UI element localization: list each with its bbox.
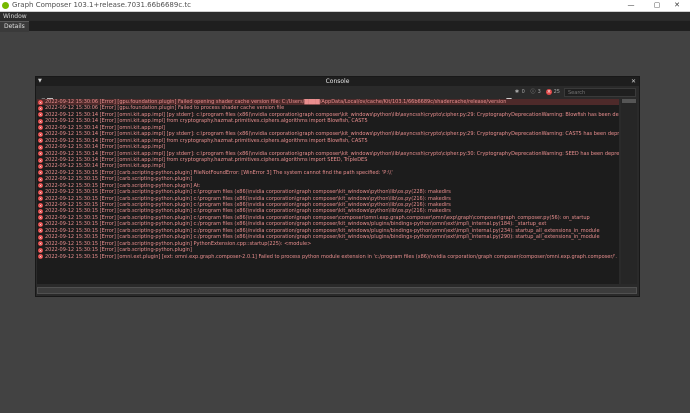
error-icon: × <box>38 183 43 189</box>
filter-icon[interactable] <box>506 89 512 104</box>
console-header: Console ▼ ✕ <box>36 77 639 86</box>
log-entry-text: 2022-09-12 15:30:15 [Error] [omni.ext.pl… <box>45 253 618 260</box>
console-log: × 2022-09-12 15:30:06 [Error] [gpu.founda… <box>37 99 619 284</box>
show-all-icon[interactable] <box>47 89 53 104</box>
window-title: Graph Composer 103.1+release.7031.66b668… <box>12 1 191 9</box>
console-toolbar: ✱ 0 ⓘ 3 × 25 <box>36 87 639 104</box>
log-entry-text: 2022-09-12 15:30:06 [Error] [gpu.foundat… <box>45 105 285 112</box>
warning-filter[interactable]: ⓘ 3 <box>530 88 541 97</box>
log-entry[interactable]: × 2022-09-12 15:30:15 [Error] [omni.ext.p… <box>37 254 619 260</box>
log-entry-text: 2022-09-12 15:30:14 [Error] [omni.kit.ap… <box>45 150 619 157</box>
log-entry-text: 2022-09-12 15:30:15 [Error] [carb.script… <box>45 227 600 234</box>
error-icon: × <box>38 241 43 247</box>
app-logo-icon <box>2 2 9 9</box>
search-input[interactable] <box>564 88 636 97</box>
tab-details[interactable]: Details <box>0 21 29 32</box>
warning-icon: ⓘ <box>530 88 536 95</box>
warning-count: 3 <box>537 89 541 95</box>
error-icon: × <box>38 163 43 169</box>
close-icon[interactable]: ✕ <box>631 77 636 86</box>
log-entry-text: 2022-09-12 15:30:06 [Error] [gpu.foundat… <box>45 99 507 105</box>
log-entry-text: 2022-09-12 15:30:15 [Error] [carb.script… <box>45 169 393 176</box>
error-icon: × <box>38 202 43 208</box>
console-panel: Console ▼ ✕ ✱ 0 ⓘ 3 × 25 ×2022-09-12 15 <box>35 76 640 297</box>
collapse-triangle-icon[interactable]: ▼ <box>38 77 42 86</box>
error-icon: × <box>38 247 43 253</box>
error-icon: × <box>38 131 43 137</box>
console-title: Console <box>325 78 350 85</box>
error-icon: × <box>38 221 43 227</box>
error-icon: × <box>38 138 43 144</box>
error-icon: × <box>38 157 43 163</box>
log-entry-text: 2022-09-12 15:30:14 [Error] [omni.kit.ap… <box>45 144 166 151</box>
close-window-button[interactable]: ✕ <box>664 0 690 11</box>
info-filter[interactable]: ✱ 0 <box>514 88 525 97</box>
tab-bar: Details <box>0 21 690 32</box>
scrollbar-thumb[interactable] <box>622 99 636 103</box>
command-input[interactable] <box>37 287 637 294</box>
menu-window[interactable]: Window <box>3 12 27 21</box>
error-icon: × <box>38 151 43 157</box>
log-entry-text: 2022-09-12 15:30:15 [Error] [carb.script… <box>45 208 451 215</box>
log-entry-text: 2022-09-12 15:30:14 [Error] [omni.kit.ap… <box>45 118 368 125</box>
error-icon: × <box>38 176 43 182</box>
error-icon: × <box>38 196 43 202</box>
console-scrollbar[interactable] <box>621 99 637 284</box>
error-icon: × <box>38 99 43 105</box>
error-icon: × <box>546 88 552 95</box>
error-icon: × <box>38 215 43 221</box>
error-icon: × <box>38 118 43 124</box>
error-icon: × <box>38 234 43 240</box>
error-icon: × <box>38 144 43 150</box>
error-icon: × <box>38 106 43 112</box>
gear-icon: ✱ <box>514 88 520 95</box>
clear-log-icon[interactable] <box>39 89 45 104</box>
log-entry-text: 2022-09-12 15:30:15 [Error] [carb.script… <box>45 240 312 247</box>
log-entry-text: 2022-09-12 15:30:15 [Error] [carb.script… <box>45 234 600 241</box>
log-entry-text: 2022-09-12 15:30:15 [Error] [carb.script… <box>45 221 547 228</box>
error-icon: × <box>38 228 43 234</box>
log-entry-text: 2022-09-12 15:30:14 [Error] [omni.kit.ap… <box>45 111 619 118</box>
window-title-bar: Graph Composer 103.1+release.7031.66b668… <box>0 0 690 12</box>
error-icon: × <box>38 125 43 131</box>
log-entry-text: 2022-09-12 15:30:15 [Error] [carb.script… <box>45 214 590 221</box>
error-filter[interactable]: × 25 <box>546 88 560 97</box>
log-entry-text: 2022-09-12 15:30:14 [Error] [omni.kit.ap… <box>45 124 166 131</box>
error-icon: × <box>38 112 43 118</box>
error-icon: × <box>38 170 43 176</box>
log-entry-text: 2022-09-12 15:30:14 [Error] [omni.kit.ap… <box>45 163 166 170</box>
log-entry-text: 2022-09-12 15:30:14 [Error] [omni.kit.ap… <box>45 131 619 138</box>
log-entry-text: 2022-09-12 15:30:15 [Error] [carb.script… <box>45 189 451 196</box>
minimize-button[interactable]: — <box>618 0 644 11</box>
log-entry-text: 2022-09-12 15:30:15 [Error] [carb.script… <box>45 195 451 202</box>
log-entry-text: 2022-09-12 15:30:15 [Error] [carb.script… <box>45 182 201 189</box>
info-count: 0 <box>521 89 525 95</box>
log-entry-text: 2022-09-12 15:30:15 [Error] [carb.script… <box>45 176 192 183</box>
folder-icon[interactable] <box>55 89 62 104</box>
error-icon: × <box>38 189 43 195</box>
log-entry-text: 2022-09-12 15:30:15 [Error] [carb.script… <box>45 202 451 208</box>
menu-bar: Window <box>0 12 690 21</box>
error-icon: × <box>38 209 43 215</box>
log-entry-text: 2022-09-12 15:30:14 [Error] [omni.kit.ap… <box>45 137 368 144</box>
error-icon: × <box>38 254 43 260</box>
log-entry-text: 2022-09-12 15:30:14 [Error] [omni.kit.ap… <box>45 156 368 163</box>
error-count: 25 <box>553 89 560 95</box>
log-entry-text: 2022-09-12 15:30:15 [Error] [carb.script… <box>45 247 192 254</box>
